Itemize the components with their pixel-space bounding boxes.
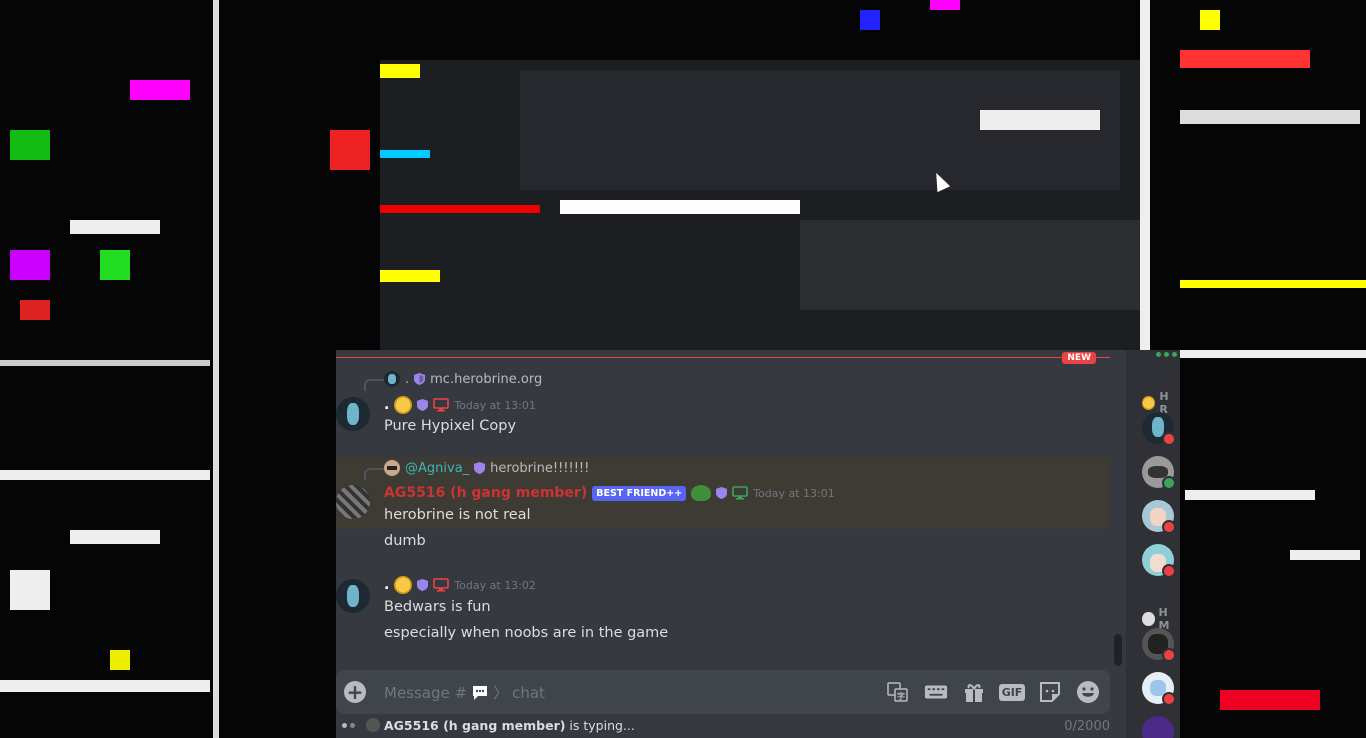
dnd-status-icon [1162,432,1176,446]
member-avatar[interactable] [1142,456,1176,490]
member-list[interactable]: H R H M [1126,350,1180,738]
member-avatar[interactable] [1142,672,1176,706]
group-emoji-icon [1142,612,1155,626]
message-line: Pure Hypixel Copy [384,418,517,434]
message[interactable]: . mc.herobrine.org . Today at 13:01 Pure… [336,368,1110,448]
message-highlighted[interactable]: @Agniva_ herobrine!!!!!!! AG5516 (h gang… [336,457,1110,529]
chat-bubble-icon [473,685,488,700]
typing-indicator: AG5516 (h gang member) is typing... 0/20… [336,716,1126,738]
reply-avatar [384,371,400,387]
reply-preview[interactable]: . mc.herobrine.org [364,371,543,391]
desktop-icon [433,398,450,412]
typing-dots-icon [336,723,360,729]
gif-icon[interactable]: GIF [998,680,1026,704]
character-count: 0/2000 [1064,719,1110,734]
desktop-icon [433,578,450,592]
sun-emoji-icon [1142,396,1156,410]
arrow-separator-icon: 〉 [493,684,509,702]
new-messages-divider [336,357,1110,358]
shield-icon [417,399,429,411]
avatar[interactable] [336,485,370,519]
shield-icon [417,579,429,591]
message-header: . Today at 13:02 [384,576,536,594]
reply-mention[interactable]: @Agniva_ [405,461,469,476]
reply-text: herobrine!!!!!!! [490,460,590,476]
new-badge: NEW [1062,352,1096,364]
reply-text: mc.herobrine.org [430,371,543,387]
shield-icon [414,373,426,385]
message[interactable]: . Today at 13:02 Bedwars is fun especial… [336,575,1110,645]
online-status-icon [1162,476,1176,490]
emoji-icon[interactable] [1076,680,1100,704]
dnd-status-icon [1162,692,1176,706]
sun-emoji-icon [394,576,413,594]
avatar[interactable] [336,397,370,431]
member-avatar[interactable] [1142,500,1176,534]
member-avatar[interactable] [1142,628,1176,662]
upload-plus-button[interactable]: + [344,681,366,703]
reply-preview[interactable]: @Agniva_ herobrine!!!!!!! [364,460,590,480]
username[interactable]: . [384,397,389,413]
message-line: herobrine is not real [384,507,531,523]
shield-icon [716,487,728,499]
message-placeholder[interactable]: Message # 〉 chat [384,682,545,703]
message-line: especially when noobs are in the game [384,625,669,641]
message-header: . Today at 13:01 [384,396,536,414]
timestamp: Today at 13:01 [454,398,536,412]
sun-emoji-icon [394,396,413,414]
dnd-status-icon [1162,648,1176,662]
message-line: Bedwars is fun [384,599,491,615]
role-badge: BEST FRIEND++ [592,485,687,501]
keyboard-icon[interactable] [924,680,948,704]
shield-icon [474,462,486,474]
typing-avatar [366,718,380,732]
timestamp: Today at 13:01 [753,486,835,500]
typing-user: AG5516 (h gang member) [384,718,566,733]
member-avatar[interactable] [1142,716,1174,738]
chat-scrollbar-thumb[interactable] [1114,634,1122,666]
message-line: dumb [384,533,426,549]
sticker-icon[interactable] [1038,680,1062,704]
reply-author[interactable]: . [405,372,409,387]
username[interactable]: AG5516 (h gang member) [384,485,587,501]
member-avatar[interactable] [1142,544,1176,578]
translate-icon[interactable]: 字 [886,680,910,704]
gif-label: GIF [998,683,1026,701]
svg-text:字: 字 [897,691,905,701]
timestamp: Today at 13:02 [454,578,536,592]
input-toolbar: 字 GIF [886,680,1100,704]
typing-suffix: is typing... [565,718,635,733]
desktop-icon [732,486,748,500]
gift-icon[interactable] [962,680,986,704]
frog-emoji-icon [691,485,712,501]
dnd-status-icon [1162,520,1176,534]
message-input[interactable]: + Message # 〉 chat 字 GIF [336,670,1110,714]
more-dots-icon [1156,352,1177,357]
reply-avatar [384,460,400,476]
member-avatar[interactable] [1142,412,1176,446]
dnd-status-icon [1162,564,1176,578]
username[interactable]: . [384,577,389,593]
avatar[interactable] [336,579,370,613]
placeholder-prefix: Message # [384,683,468,702]
message-header: AG5516 (h gang member) BEST FRIEND++ Tod… [384,485,835,501]
channel-name: chat [512,683,545,702]
